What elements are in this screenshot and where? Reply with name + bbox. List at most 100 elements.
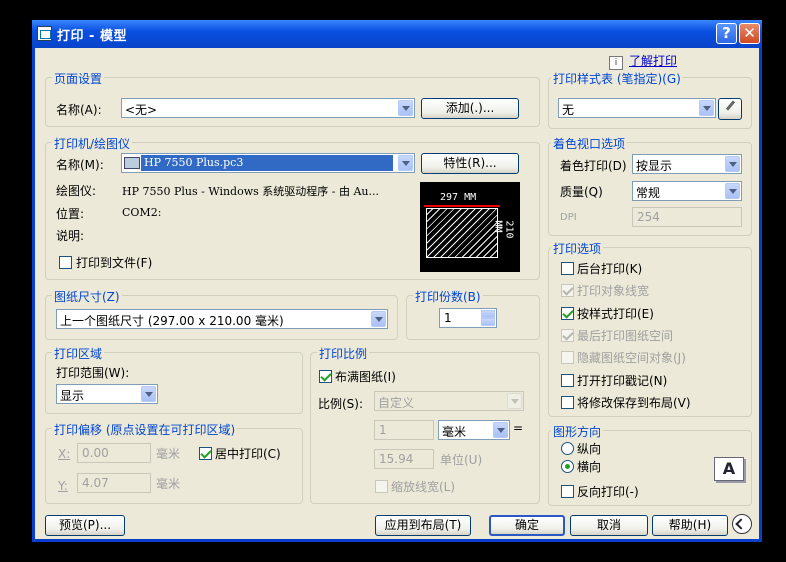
info-icon: i (609, 56, 623, 70)
copies-input[interactable]: 1 (439, 308, 497, 328)
plot-range-combo[interactable]: 显示 (56, 384, 158, 404)
scale-num-input[interactable]: 1 (374, 420, 434, 440)
plot-with-styles-checkbox[interactable] (561, 307, 574, 320)
equals-sign: = (513, 421, 524, 435)
portrait-label[interactable]: 纵向 (577, 440, 601, 457)
plotter-value: HP 7550 Plus - Windows 系统驱动程序 - 由 Au... (122, 185, 380, 198)
chevron-down-icon[interactable] (371, 311, 386, 327)
spin-up-icon[interactable] (481, 310, 495, 318)
scale-lineweights-label[interactable]: 缩放线宽(L) (391, 478, 455, 495)
quality-combo[interactable]: 常规 (632, 181, 742, 201)
center-plot-checkbox[interactable] (199, 447, 212, 460)
chevron-down-icon[interactable] (507, 393, 522, 409)
scale-label: 比例(S): (318, 397, 364, 411)
landscape-orientation-icon: A (714, 457, 744, 481)
plot-stamp-label[interactable]: 打开打印戳记(N) (577, 372, 667, 389)
quality-label: 质量(Q) (560, 185, 603, 199)
paper-size-value: 上一个图纸尺寸 (297.00 x 210.00 毫米) (60, 314, 284, 328)
location-label: 位置: (56, 207, 85, 221)
printer-icon (124, 157, 140, 169)
chevron-down-icon[interactable] (141, 386, 156, 402)
printer-label: 打印机/绘图仪 (52, 135, 133, 152)
scale-unit-combo[interactable]: 毫米 (438, 420, 510, 440)
chevron-down-icon[interactable] (398, 155, 413, 171)
scale-unit-label: 单位(U) (440, 453, 483, 467)
dpi-input[interactable]: 254 (632, 207, 742, 227)
cancel-button[interactable]: 取消 (570, 515, 648, 536)
shaded-viewport-label: 着色视口选项 (551, 135, 628, 152)
chevron-down-icon[interactable] (493, 422, 508, 438)
scale-value: 自定义 (378, 396, 415, 410)
page-setup-label: 页面设置 (52, 70, 105, 87)
offset-x-input[interactable]: 0.00 (77, 443, 151, 463)
preview-button[interactable]: 预览(P)... (45, 515, 125, 536)
scale-unit-num-input[interactable]: 15.94 (374, 449, 434, 469)
dpi-value: 254 (637, 210, 660, 224)
page-setup-name-value: <无> (125, 103, 158, 117)
chevron-down-icon[interactable] (725, 183, 740, 199)
close-button[interactable]: ✕ (739, 23, 760, 44)
description-label: 说明: (56, 229, 85, 243)
plot-lineweights-label[interactable]: 打印对象线宽 (577, 282, 649, 299)
paper-size-label: 图纸尺寸(Z) (52, 288, 122, 305)
save-to-layout-label[interactable]: 将修改保存到布局(V) (577, 394, 691, 411)
scale-combo[interactable]: 自定义 (374, 391, 524, 411)
help-button[interactable]: 帮助(H) (652, 515, 728, 536)
style-table-combo[interactable]: 无 (558, 98, 716, 118)
print-to-file-label[interactable]: 打印到文件(F) (76, 254, 152, 271)
style-table-label: 打印样式表 (笔指定)(G) (551, 70, 683, 87)
landscape-radio[interactable] (561, 460, 574, 473)
landscape-label[interactable]: 横向 (577, 458, 601, 475)
plot-with-styles-label[interactable]: 按样式打印(E) (577, 305, 654, 322)
fit-to-paper-checkbox[interactable] (319, 370, 332, 383)
printer-name-combo[interactable]: HP 7550 Plus.pc3 (121, 153, 415, 173)
portrait-radio[interactable] (561, 442, 574, 455)
plot-stamp-checkbox[interactable] (561, 374, 574, 387)
preview-height-label: 210 MM (492, 220, 515, 239)
offset-y-input[interactable]: 4.07 (77, 473, 151, 493)
printer-name-value: HP 7550 Plus.pc3 (141, 155, 393, 171)
background-plot-checkbox[interactable] (561, 262, 574, 275)
page-setup-name-label: 名称(A): (56, 103, 102, 117)
help-title-button[interactable]: ? (716, 23, 737, 44)
background-plot-label[interactable]: 后台打印(K) (577, 260, 642, 277)
shade-plot-label: 着色打印(D) (560, 159, 627, 173)
page-setup-name-combo[interactable]: <无> (121, 98, 415, 118)
paper-size-combo[interactable]: 上一个图纸尺寸 (297.00 x 210.00 毫米) (56, 309, 388, 329)
plot-lineweights-checkbox[interactable] (561, 284, 574, 297)
chevron-down-icon[interactable] (398, 100, 413, 116)
hide-paperspace-checkbox[interactable] (561, 351, 574, 364)
plot-upside-down-label[interactable]: 反向打印(-) (577, 483, 639, 500)
print-dialog: 打印 - 模型 ? ✕ i 了解打印 页面设置 名称(A): <无> 添加(.)… (32, 20, 762, 542)
collapse-options-icon[interactable] (732, 514, 752, 534)
autocad-app-icon (37, 26, 52, 41)
learn-print-link[interactable]: 了解打印 (629, 52, 677, 69)
plot-upside-down-checkbox[interactable] (561, 485, 574, 498)
center-plot-label[interactable]: 居中打印(C) (215, 445, 281, 462)
location-value: COM2: (122, 206, 162, 219)
hide-paperspace-label[interactable]: 隐藏图纸空间对象(J) (577, 349, 686, 366)
fit-to-paper-label[interactable]: 布满图纸(I) (335, 368, 396, 385)
plot-paperspace-last-label[interactable]: 最后打印图纸空间 (577, 327, 673, 344)
save-to-layout-checkbox[interactable] (561, 396, 574, 409)
plot-paperspace-last-checkbox[interactable] (561, 329, 574, 342)
spin-down-icon[interactable] (481, 318, 495, 326)
add-page-setup-button[interactable]: 添加(.)... (421, 98, 519, 119)
properties-button[interactable]: 特性(R)... (421, 153, 519, 174)
print-to-file-checkbox[interactable] (59, 256, 72, 269)
shade-plot-value: 按显示 (636, 159, 673, 173)
offset-y-unit: 毫米 (156, 477, 181, 491)
chevron-down-icon[interactable] (699, 100, 714, 116)
edit-style-button[interactable] (718, 98, 742, 120)
copies-value: 1 (444, 311, 452, 325)
chevron-down-icon[interactable] (725, 156, 740, 172)
title-bar[interactable]: 打印 - 模型 ? ✕ (32, 20, 762, 48)
ok-button[interactable]: 确定 (489, 515, 565, 536)
pencil-icon (725, 100, 736, 111)
window-title: 打印 - 模型 (57, 29, 127, 44)
scale-lineweights-checkbox[interactable] (375, 480, 388, 493)
apply-to-layout-button[interactable]: 应用到布局(T) (375, 515, 471, 536)
plot-range-label: 打印范围(W): (56, 366, 130, 380)
quality-value: 常规 (636, 186, 661, 200)
shade-plot-combo[interactable]: 按显示 (632, 154, 742, 174)
